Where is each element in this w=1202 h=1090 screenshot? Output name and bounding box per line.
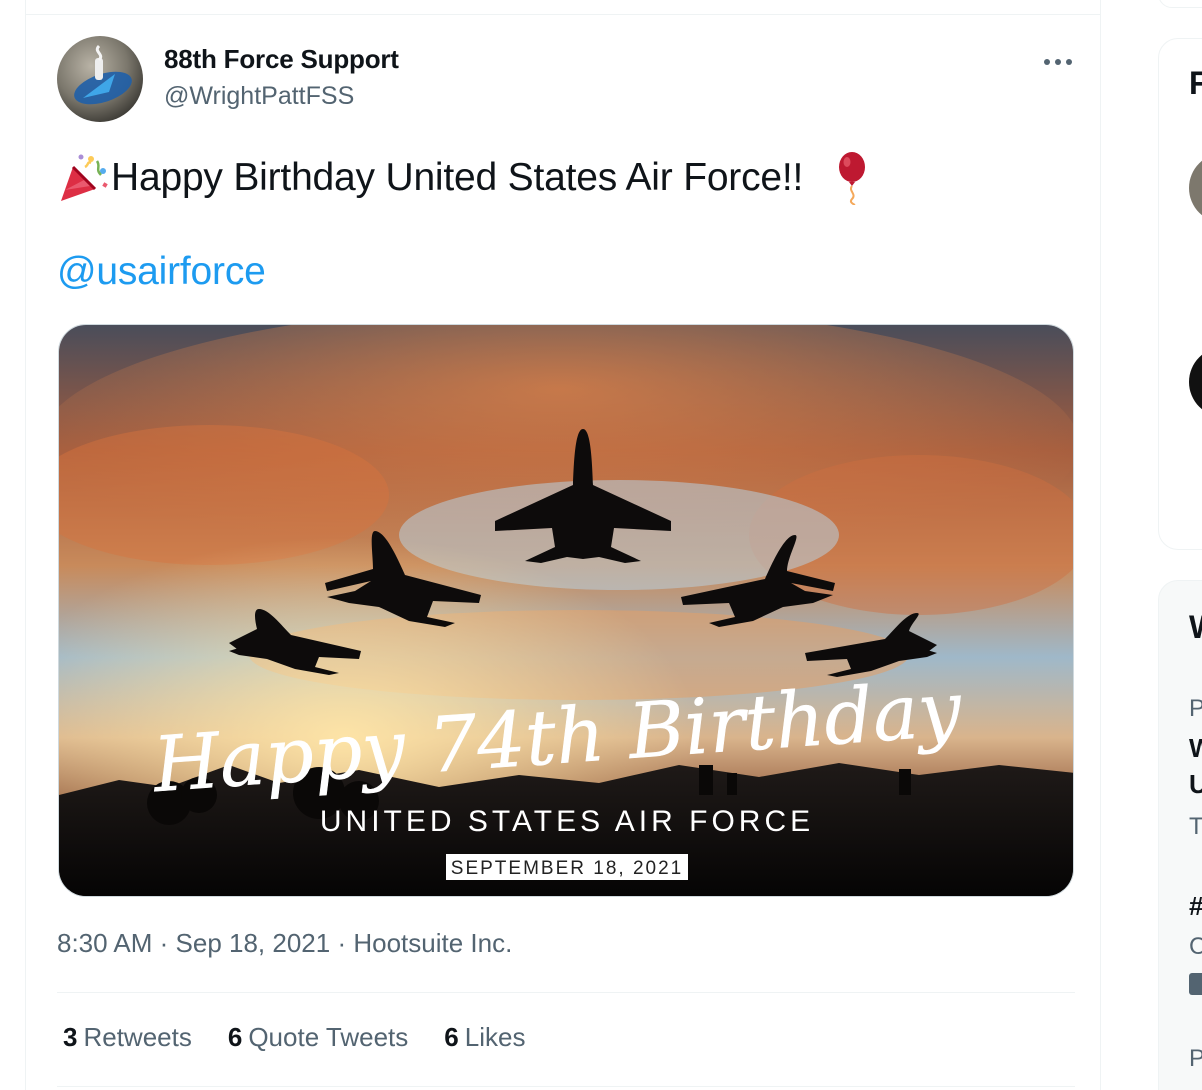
tweet-detail-page: 88th Force Support @WrightPattFSS Happy … [0, 0, 1202, 1090]
trend-title-line2[interactable]: U [1189, 769, 1202, 800]
author-handle[interactable]: @WrightPattFSS [164, 82, 354, 111]
tweet-stats: 3 Retweets 6 Quote Tweets 6 Likes [63, 1022, 525, 1053]
likes-label: Likes [464, 1022, 526, 1052]
author-name[interactable]: 88th Force Support [164, 44, 399, 75]
sidebar-avatar[interactable] [1189, 347, 1202, 417]
divider [57, 992, 1075, 993]
balloon-icon [825, 151, 879, 206]
tweet-text-body: Happy Birthday United States Air Force!! [111, 156, 804, 199]
retweets-label: Retweets [83, 1022, 192, 1052]
tweet-date[interactable]: Sep 18, 2021 [176, 928, 331, 958]
tweet-time[interactable]: 8:30 AM [57, 928, 152, 958]
tweet-text: Happy Birthday United States Air Force!! [57, 150, 1057, 206]
trend-context: P [1189, 1045, 1202, 1073]
trend-hashtag[interactable]: # [1189, 891, 1202, 922]
sidebar-relevant-people: F [1158, 38, 1202, 550]
retweets-count: 3 [63, 1022, 78, 1052]
tweet-column: 88th Force Support @WrightPattFSS Happy … [25, 0, 1101, 1090]
media-date-text: SEPTEMBER 18, 2021 [451, 858, 683, 879]
quote-tweets-stat[interactable]: 6 Quote Tweets [228, 1022, 408, 1053]
more-options-button[interactable] [1034, 42, 1082, 82]
tweet-source[interactable]: Hootsuite Inc. [353, 928, 512, 958]
trend-meta: C [1189, 933, 1202, 961]
mention-link[interactable]: @usairforce [57, 250, 266, 294]
meta-separator: · [337, 928, 354, 958]
quotes-count: 6 [227, 1022, 243, 1052]
sidebar-avatar[interactable] [1189, 153, 1202, 223]
trend-title[interactable]: W [1189, 733, 1202, 764]
likes-stat[interactable]: 6 Likes [444, 1022, 525, 1053]
divider [26, 14, 1100, 15]
trending-arrow-icon [1189, 973, 1202, 995]
trend-context: P [1189, 695, 1202, 723]
likes-count: 6 [444, 1022, 459, 1052]
meta-separator: · [159, 928, 176, 958]
tweet-image[interactable]: Happy 74th Birthday UNITED STATES AIR FO… [58, 324, 1074, 897]
author-avatar[interactable] [57, 36, 143, 122]
more-dots-icon [1044, 59, 1072, 65]
retweets-stat[interactable]: 3 Retweets [63, 1022, 192, 1053]
party-popper-icon [57, 151, 111, 205]
sidebar-card-title: W [1189, 609, 1202, 646]
sidebar-search-box[interactable] [1158, 0, 1202, 8]
trend-meta: T [1189, 813, 1202, 841]
sidebar-whats-happening: W P W U T # C P [1158, 580, 1202, 1090]
media-subtitle: UNITED STATES AIR FORCE [320, 805, 814, 838]
tweet-metadata: 8:30 AM · Sep 18, 2021 · Hootsuite Inc. [57, 928, 512, 959]
sidebar-card-title: F [1189, 65, 1202, 102]
divider [57, 1086, 1075, 1087]
quotes-label: Quote Tweets [248, 1022, 409, 1052]
